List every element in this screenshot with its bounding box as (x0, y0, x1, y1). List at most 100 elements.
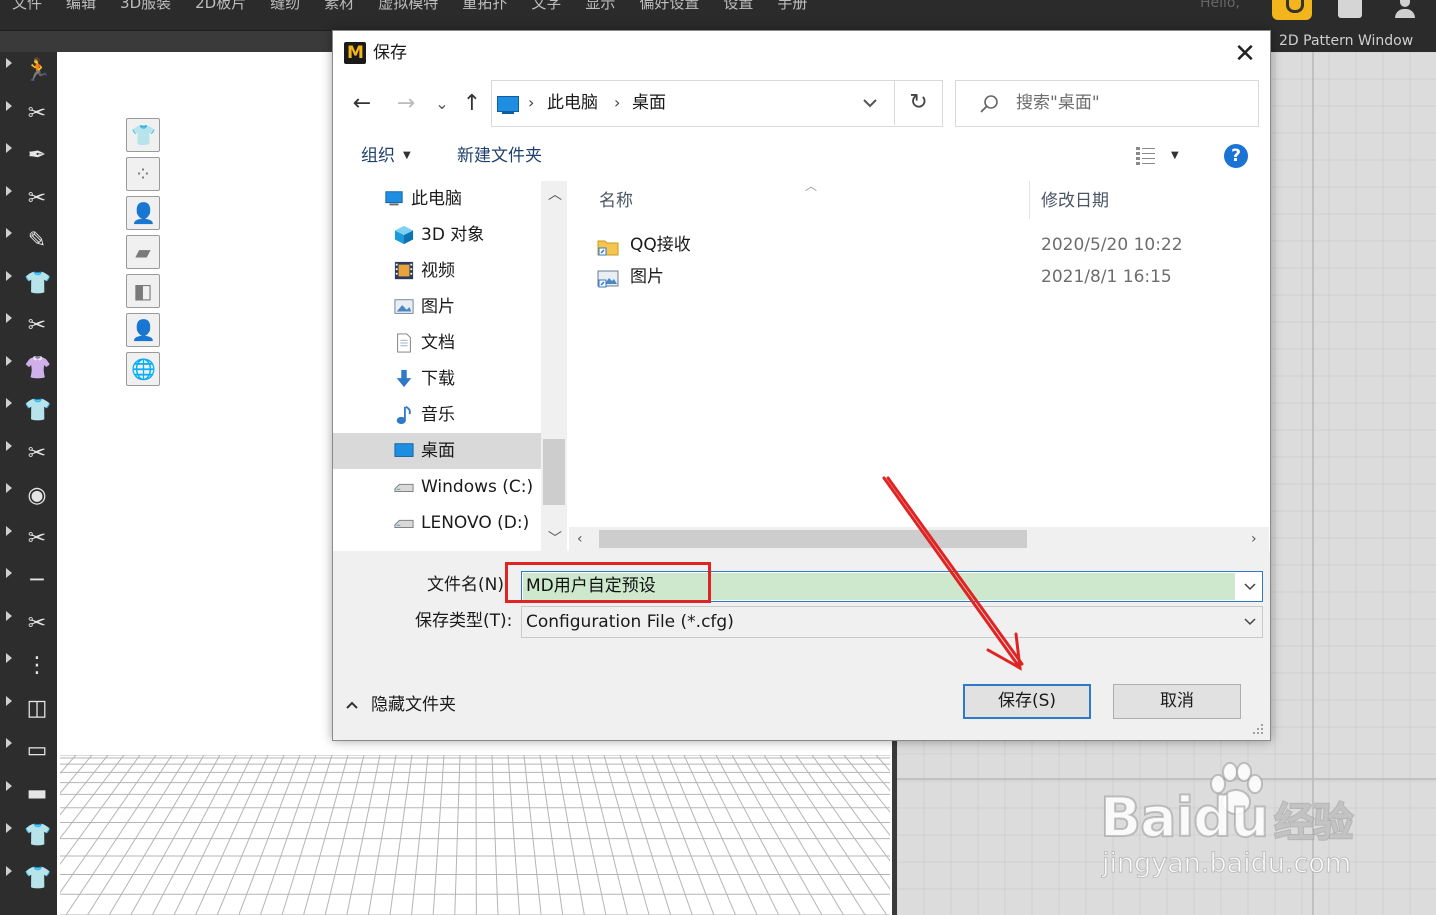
help-icon[interactable]: ? (1224, 144, 1248, 168)
caret-down-icon[interactable]: ▼ (403, 144, 411, 168)
menu-item[interactable]: 素材 (312, 0, 366, 14)
expand-arrow-icon[interactable] (6, 440, 12, 451)
expand-arrow-icon[interactable] (6, 738, 12, 748)
breadcrumb-desktop[interactable]: 桌面 (632, 91, 666, 115)
tool-icon[interactable]: ▬ (6, 780, 56, 809)
chevron-down-icon[interactable] (1238, 572, 1262, 601)
menu-item[interactable]: 设置 (711, 0, 765, 14)
expand-arrow-icon[interactable] (6, 355, 12, 366)
column-header-date[interactable]: 修改日期 (1041, 189, 1109, 213)
walk-icon[interactable]: 🏃 (6, 58, 56, 86)
menu-item[interactable]: 显示 (573, 0, 627, 14)
tool-icon[interactable]: ✂ (6, 440, 56, 469)
address-dropdown-icon[interactable] (862, 89, 878, 117)
view-options-icon[interactable] (1135, 145, 1157, 167)
user-icon[interactable] (1394, 0, 1416, 18)
chevron-up-icon[interactable] (345, 693, 359, 717)
expand-arrow-icon[interactable] (6, 483, 12, 493)
line-icon[interactable]: ─ (6, 568, 56, 596)
menu-item[interactable]: 重拓扑 (450, 0, 519, 14)
expand-arrow-icon[interactable] (6, 695, 12, 706)
refresh-button[interactable]: ↻ (894, 80, 942, 125)
column-header-name[interactable]: 名称 (599, 189, 633, 213)
caret-down-icon[interactable]: ▼ (1171, 144, 1179, 168)
breadcrumb-separator[interactable]: › (528, 91, 534, 115)
tree-item[interactable]: 文档 (333, 325, 541, 361)
search-input[interactable]: 搜索"桌面" (955, 80, 1259, 127)
forward-button[interactable]: → (393, 89, 419, 119)
menu-item[interactable]: 虚拟模特 (366, 0, 450, 14)
expand-arrow-icon[interactable] (6, 100, 12, 111)
expand-arrow-icon[interactable] (6, 610, 12, 621)
column-divider[interactable] (1029, 181, 1030, 219)
breadcrumb-separator[interactable]: › (614, 91, 620, 115)
menu-item[interactable]: 文件 (0, 0, 54, 14)
scroll-left-icon[interactable]: ‹ (577, 531, 583, 547)
tree-item[interactable]: 视频 (333, 253, 541, 289)
file-row[interactable]: QQ接收 2020/5/20 10:22 (597, 231, 1257, 261)
expand-arrow-icon[interactable] (6, 143, 12, 153)
tree-item[interactable]: LENOVO (D:) (333, 505, 541, 541)
new-folder-button[interactable]: 新建文件夹 (457, 144, 542, 168)
horizontal-scrollbar[interactable]: ‹ › (569, 527, 1269, 551)
tree-scroll-thumb[interactable] (543, 439, 565, 505)
file-row[interactable]: 图片 2021/8/1 16:15 (597, 263, 1257, 293)
expand-arrow-icon[interactable] (6, 270, 12, 281)
tool-icon[interactable]: ✒ (6, 143, 56, 171)
button-icon[interactable]: ◉ (6, 483, 56, 511)
menu-item[interactable]: 3D服装 (108, 0, 183, 14)
organize-menu[interactable]: 组织 (361, 144, 395, 168)
tool-icon[interactable]: ▭ (6, 738, 56, 766)
clo-logo-icon[interactable] (1272, 0, 1312, 20)
share-icon[interactable] (1338, 0, 1362, 18)
expand-arrow-icon[interactable] (6, 398, 12, 408)
show-mesh-icon[interactable]: ◧ (126, 274, 160, 308)
save-button[interactable]: 保存(S) (963, 684, 1091, 719)
expand-arrow-icon[interactable] (6, 228, 12, 238)
chevron-down-icon[interactable] (1238, 607, 1262, 637)
tool-icon[interactable]: ✂ (6, 185, 56, 214)
tree-item[interactable]: 3D 对象 (333, 217, 541, 253)
resize-grip-icon[interactable] (1251, 724, 1265, 736)
globe-icon[interactable]: 🌐 (126, 352, 160, 386)
show-garment-icon[interactable]: 👕 (126, 118, 160, 152)
tree-item[interactable]: 此电脑 (333, 181, 541, 217)
garment-icon[interactable]: 👕 (6, 823, 56, 851)
back-button[interactable]: ← (349, 89, 375, 119)
scroll-down-icon[interactable]: ﹀ (548, 531, 562, 547)
tree-item[interactable]: Windows (C:) (333, 469, 541, 505)
expand-arrow-icon[interactable] (6, 58, 12, 68)
tree-item[interactable]: 图片 (333, 289, 541, 325)
tool-icon[interactable]: ◫ (6, 695, 56, 724)
tree-scrollbar[interactable]: ︿ ﹀ (541, 181, 567, 551)
zipper-icon[interactable]: ⋮ (6, 653, 56, 681)
tool-icon[interactable]: ✂ (6, 610, 56, 639)
menu-item[interactable]: 手册 (765, 0, 819, 14)
menu-item[interactable]: 偏好设置 (627, 0, 711, 14)
show-points-icon[interactable]: ⁘ (126, 157, 160, 191)
garment-icon[interactable]: 👕 (6, 398, 56, 426)
expand-arrow-icon[interactable] (6, 525, 12, 536)
address-bar[interactable]: › 此电脑 › 桌面 ↻ (491, 80, 943, 127)
expand-arrow-icon[interactable] (6, 780, 12, 791)
tree-item[interactable]: 桌面 (333, 433, 541, 469)
menu-item[interactable]: 文字 (519, 0, 573, 14)
tool-icon[interactable]: ✂ (6, 313, 56, 341)
tree-item[interactable]: 音乐 (333, 397, 541, 433)
recent-locations-button[interactable]: ⌄ (429, 89, 455, 119)
tool-icon[interactable]: ✂ (6, 100, 56, 129)
up-button[interactable]: ↑ (459, 89, 485, 119)
cancel-button[interactable]: 取消 (1113, 684, 1241, 719)
filetype-value[interactable]: Configuration File (*.cfg) (526, 610, 734, 634)
expand-arrow-icon[interactable] (6, 568, 12, 578)
expand-arrow-icon[interactable] (6, 865, 12, 876)
tool-icon[interactable]: ✂ (6, 525, 56, 554)
tool-icon[interactable]: ✎ (6, 228, 56, 256)
expand-arrow-icon[interactable] (6, 653, 12, 663)
menu-item[interactable]: 缝纫 (258, 0, 312, 14)
fold-icon[interactable]: 👕 (6, 270, 56, 299)
show-avatar-icon[interactable]: 👤 (126, 196, 160, 230)
garment-icon[interactable]: 👕 (6, 865, 56, 894)
tree-item[interactable]: 下载 (333, 361, 541, 397)
scroll-right-icon[interactable]: › (1251, 531, 1257, 547)
